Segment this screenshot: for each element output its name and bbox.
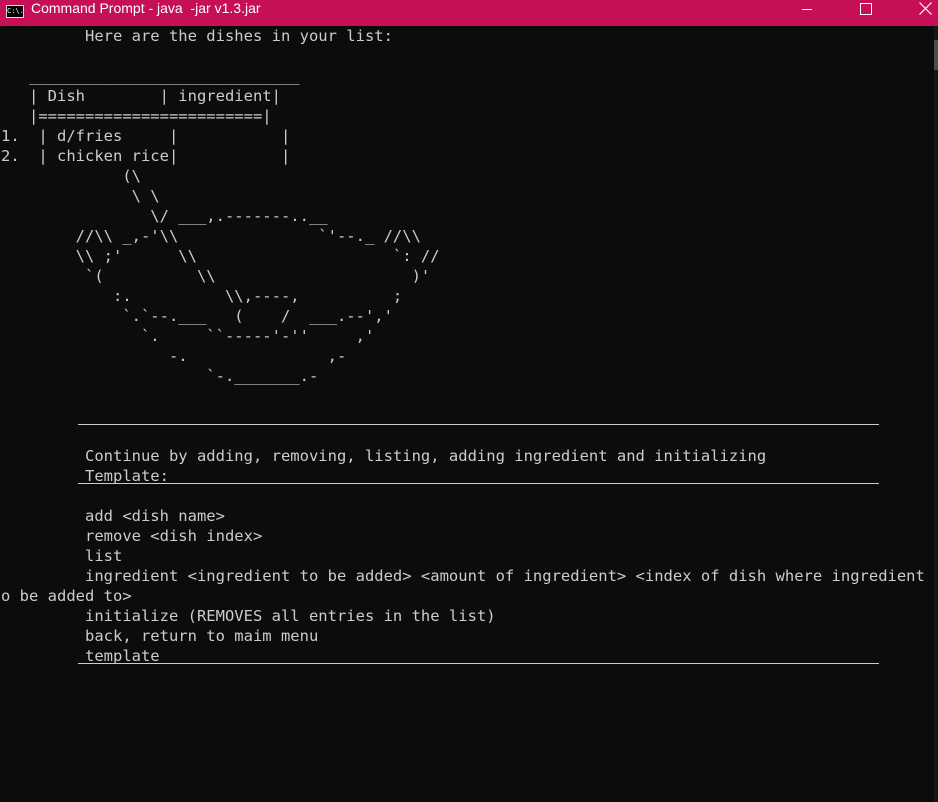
console-line: \/ ___,.-------..__ [1, 207, 328, 225]
command-prompt-window: C:\. Command Prompt - java -jar v1.3.jar… [0, 0, 938, 802]
console-line: Continue by adding, removing, listing, a… [1, 447, 767, 465]
close-icon [918, 2, 932, 15]
console-line: `-._______.- [1, 367, 319, 385]
separator-line-bottom [78, 663, 879, 664]
scrollbar-thumb[interactable] [934, 40, 938, 70]
maximize-icon [860, 2, 872, 15]
console-line: //\\ _,-'\\ `'--._ //\\ [1, 227, 421, 245]
close-button[interactable] [902, 0, 938, 17]
console-line: initialize (REMOVES all entries in the l… [1, 607, 496, 625]
console-line: o be added to> [1, 587, 132, 605]
console-line: back, return to maim menu [1, 627, 319, 645]
separator-line-top [78, 424, 879, 425]
console-line: Here are the dishes in your list: [1, 27, 393, 45]
command-prompt-icon[interactable]: C:\. [6, 5, 24, 18]
minimize-icon [802, 8, 812, 10]
console-line: 1. | d/fries | | [1, 127, 291, 145]
console-text: Here are the dishes in your list: ______… [1, 26, 938, 666]
console-line: list [1, 547, 123, 565]
window-title: Command Prompt - java -jar v1.3.jar [31, 0, 261, 16]
separator-line-middle [78, 483, 879, 484]
console-line: |========================| [1, 107, 272, 125]
vertical-scrollbar[interactable] [934, 26, 938, 802]
maximize-button[interactable] [843, 0, 889, 17]
console-line: ingredient <ingredient to be added> <amo… [1, 567, 938, 585]
console-line: -. ,- [1, 347, 347, 365]
console-line: add <dish name> [1, 507, 225, 525]
console-line: _____________________________ [1, 67, 300, 85]
console-line: 2. | chicken rice| | [1, 147, 291, 165]
console-output[interactable]: Here are the dishes in your list: ______… [0, 26, 938, 802]
console-line: (\ [1, 167, 141, 185]
console-line: `.`--.___ ( / ___.--',' [1, 307, 393, 325]
console-line: \\ ;' \\ `: // [1, 247, 440, 265]
console-line: `( \\ )' [1, 267, 431, 285]
console-line: remove <dish index> [1, 527, 263, 545]
minimize-button[interactable] [784, 0, 830, 17]
title-bar[interactable]: C:\. Command Prompt - java -jar v1.3.jar [0, 0, 938, 26]
console-line: `. ``-----'-'' ,' [1, 327, 375, 345]
console-line: :. \\,----, ; [1, 287, 403, 305]
console-line: | Dish | ingredient| [1, 87, 281, 105]
console-line: \ \ [1, 187, 160, 205]
